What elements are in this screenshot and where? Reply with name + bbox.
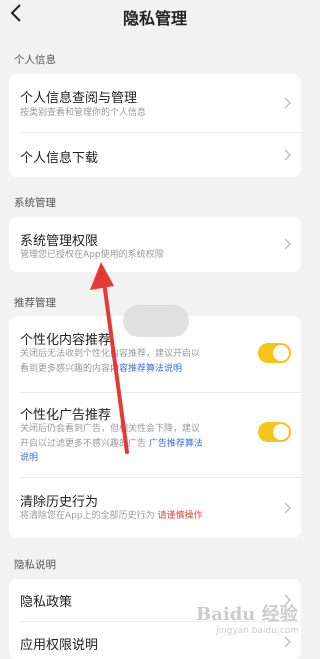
row-title: 应用权限说明 xyxy=(20,638,99,653)
system-permission-row[interactable]: 系统管理权限 管理您已授权在App使用的系统权限 xyxy=(9,217,301,272)
content-algorithm-link[interactable]: 内容推荐算法说明 xyxy=(110,364,182,374)
row-description: 管理您已授权在App使用的系统权限 xyxy=(20,250,164,260)
row-description: 按类别查看和管理你的个人信息 xyxy=(20,108,147,118)
personal-info-view-manage-row[interactable]: 个人信息查阅与管理 按类别查看和管理你的个人信息 xyxy=(9,74,301,132)
content-recommend-toggle[interactable] xyxy=(258,343,291,363)
page-title: 隐私管理 xyxy=(122,9,187,28)
system-card: 系统管理权限 管理您已授权在App使用的系统权限 xyxy=(9,217,301,272)
row-title: 个性化广告推荐 xyxy=(20,408,112,423)
row-title: 个人信息下载 xyxy=(20,151,99,166)
section-label-system: 系统管理 xyxy=(14,197,56,209)
row-title: 系统管理权限 xyxy=(20,234,99,249)
row-description: 关闭后仍会看到广告，但相关性会下降，建议 开启以过滤更多不感兴趣的广告 广告推荐… xyxy=(20,424,203,463)
row-title: 个人信息查阅与管理 xyxy=(20,91,138,106)
row-title: 个性化内容推荐 xyxy=(20,333,112,348)
chevron-right-icon xyxy=(284,97,291,109)
chevron-right-icon xyxy=(284,238,291,250)
personal-info-card: 个人信息查阅与管理 按类别查看和管理你的个人信息 个人信息下载 xyxy=(9,74,301,177)
section-label-personal: 个人信息 xyxy=(14,54,56,66)
personal-info-download-row[interactable]: 个人信息下载 xyxy=(9,133,301,177)
personalized-ad-row: 个性化广告推荐 关闭后仍会看到广告，但相关性会下降，建议 开启以过滤更多不感兴趣… xyxy=(9,393,301,477)
row-title: 隐私政策 xyxy=(20,595,73,610)
row-description: 关闭后无法收到个性化内容推荐，建议开启以 看到更多感兴趣的内容内容推荐算法说明 xyxy=(20,349,201,374)
ad-algorithm-link-cont[interactable]: 说明 xyxy=(20,453,38,463)
toggle-knob xyxy=(273,424,289,440)
row-description: 将清除您在App上的全部历史行为 请谨慎操作 xyxy=(20,511,203,521)
baidu-watermark: Baidu 经验 xyxy=(196,604,298,625)
chevron-right-icon xyxy=(284,502,291,514)
top-bar: 隐私管理 xyxy=(0,0,310,28)
blurred-overlay xyxy=(123,305,189,337)
chevron-right-icon xyxy=(284,149,291,161)
baidu-watermark-url: jingyan.baidu.com xyxy=(216,626,300,636)
row-title: 清除历史行为 xyxy=(20,495,99,510)
chevron-right-icon xyxy=(284,636,291,648)
toggle-knob xyxy=(273,345,289,361)
clear-history-row[interactable]: 清除历史行为 将清除您在App上的全部历史行为 请谨慎操作 xyxy=(9,478,301,538)
recommend-card: 个性化内容推荐 关闭后无法收到个性化内容推荐，建议开启以 看到更多感兴趣的内容内… xyxy=(9,316,301,538)
warning-text: 请谨慎操作 xyxy=(157,511,203,521)
section-label-recommend: 推荐管理 xyxy=(14,297,56,309)
ad-algorithm-link[interactable]: 广告推荐算法 xyxy=(149,439,203,449)
section-label-privacy: 隐私说明 xyxy=(14,559,56,571)
ad-recommend-toggle[interactable] xyxy=(258,422,291,442)
